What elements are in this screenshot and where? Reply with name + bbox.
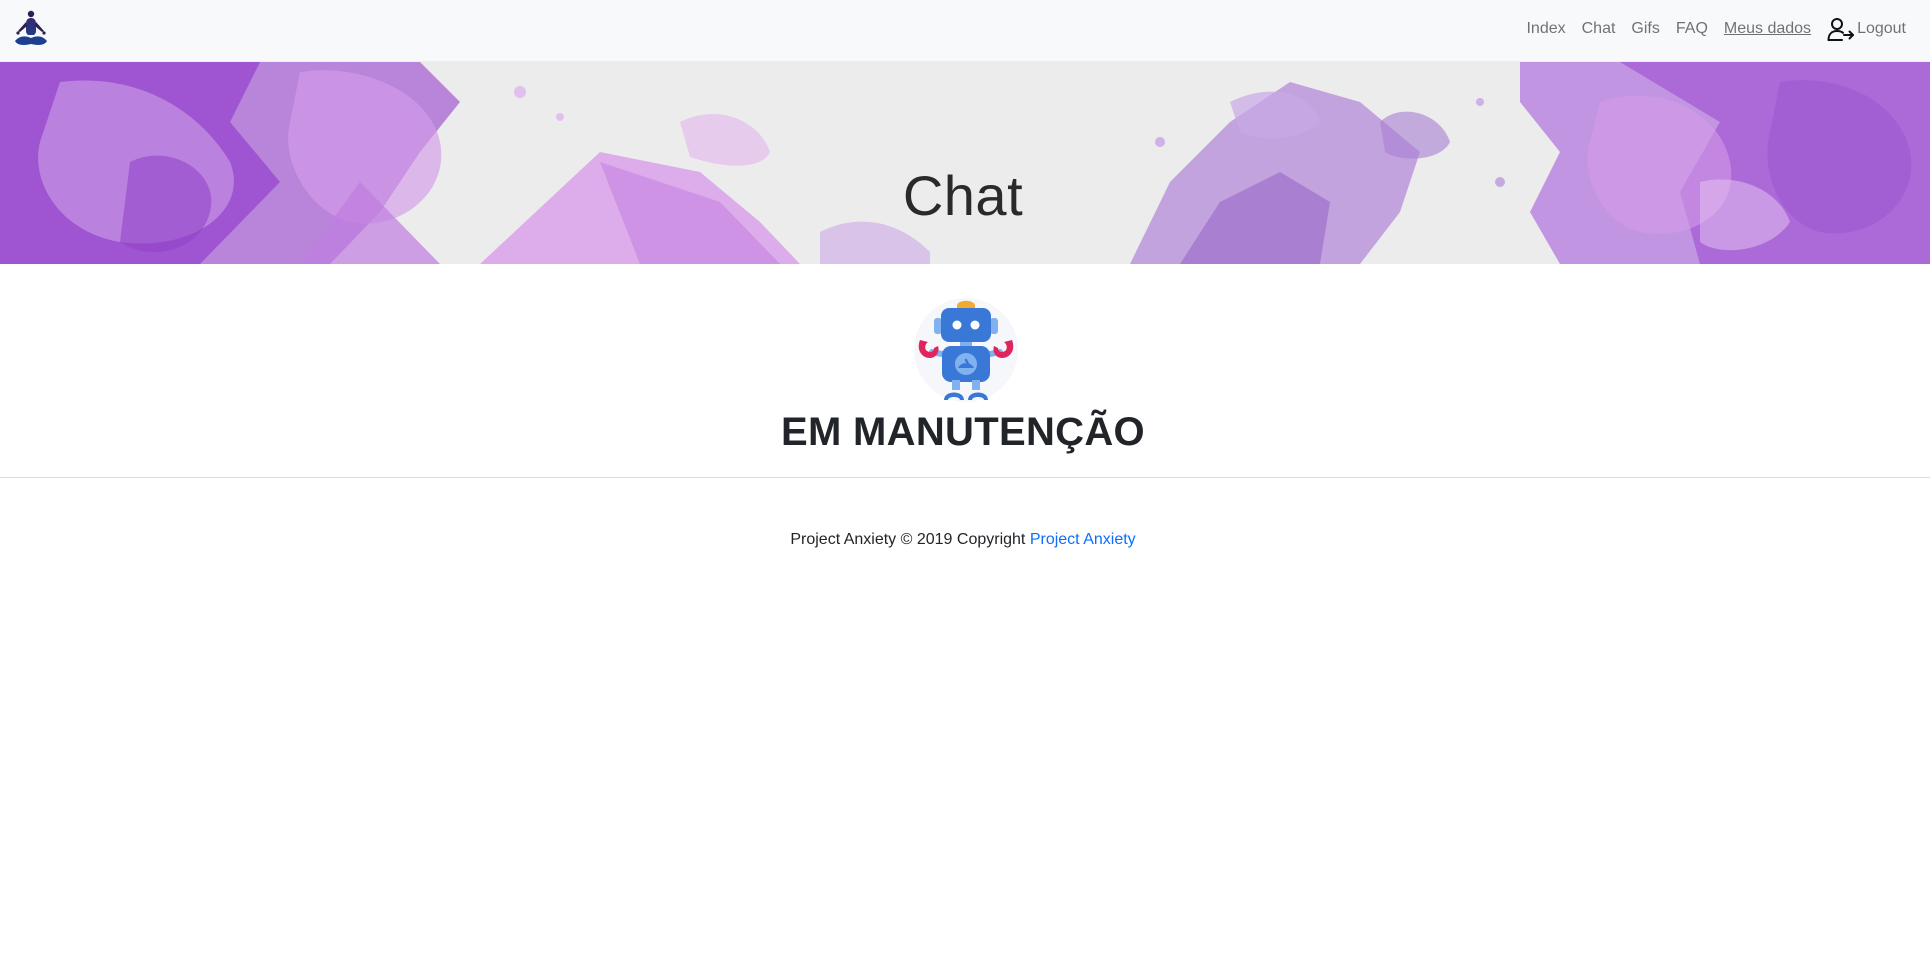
page-title: Chat: [902, 163, 1024, 227]
divider: [0, 477, 1930, 478]
nav-link-index[interactable]: Index: [1526, 20, 1565, 38]
nav-link-meus-dados[interactable]: Meus dados: [1724, 20, 1811, 38]
navbar: Index Chat Gifs FAQ Meus dados Logout: [0, 0, 1930, 62]
robot-icon: [914, 298, 1018, 402]
maintenance-heading: EM MANUTENÇÃO: [781, 410, 1145, 454]
footer: Project Anxiety © 2019 Copyright Project…: [0, 528, 1926, 552]
nav-link-faq[interactable]: FAQ: [1676, 20, 1708, 38]
nav-link-logout[interactable]: Logout: [1827, 15, 1906, 43]
logout-user-icon: [1827, 18, 1855, 41]
meditation-logo-icon: [15, 10, 47, 45]
nav-links: Index Chat Gifs FAQ Meus dados Logout: [1510, 0, 1906, 58]
footer-link-project-anxiety[interactable]: Project Anxiety: [1030, 531, 1136, 548]
hero-banner: Chat: [0, 62, 1930, 264]
logout-label: Logout: [1857, 20, 1906, 37]
footer-copyright: Project Anxiety © 2019 Copyright: [790, 531, 1026, 548]
brand-logo[interactable]: [11, 9, 51, 51]
nav-link-chat[interactable]: Chat: [1582, 20, 1616, 38]
nav-link-gifs[interactable]: Gifs: [1631, 20, 1659, 38]
